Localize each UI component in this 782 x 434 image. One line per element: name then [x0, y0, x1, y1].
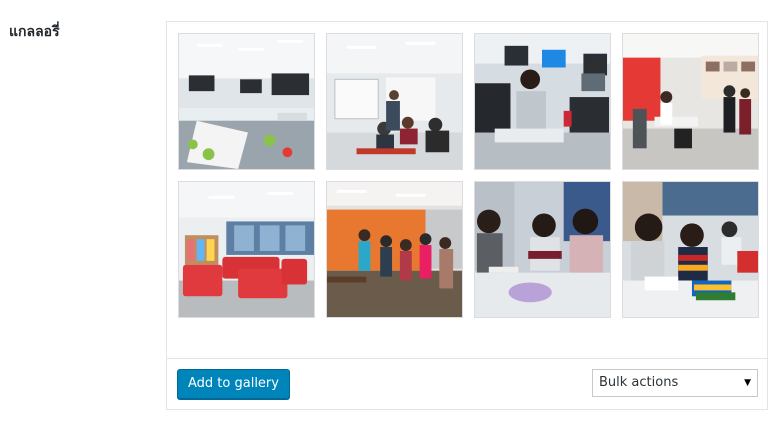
gallery-thumb-empty-classroom[interactable]: [178, 33, 315, 170]
gallery-thumb-students-studying[interactable]: [622, 181, 759, 318]
computer-lab-photo: [475, 34, 610, 169]
sofa-lounge-photo: [179, 182, 314, 317]
orange-wall-group-photo: [327, 182, 462, 317]
lecture-photo: [327, 34, 462, 169]
lounge-kitchen-photo: [623, 34, 758, 169]
students-studying-photo: [623, 182, 758, 317]
gallery-container: Add to gallery Bulk actions ▼: [166, 21, 768, 410]
students-clapping-photo: [475, 182, 610, 317]
gallery-thumb-computer-lab[interactable]: [474, 33, 611, 170]
gallery-thumb-students-clapping[interactable]: [474, 181, 611, 318]
triangle-down-icon: ▼: [744, 378, 751, 388]
gallery-thumb-lecture-room[interactable]: [326, 33, 463, 170]
gallery-thumb-orange-wall-group[interactable]: [326, 181, 463, 318]
gallery-thumb-student-lounge-kitchen[interactable]: [622, 33, 759, 170]
gallery-footer: Add to gallery Bulk actions ▼: [167, 358, 767, 409]
gallery-field-label: แกลลอรี่: [9, 24, 60, 40]
gallery-thumbnails: [178, 33, 760, 318]
bulk-actions-selected-label: Bulk actions: [599, 375, 679, 390]
add-to-gallery-button[interactable]: Add to gallery: [177, 369, 290, 399]
bulk-actions-select[interactable]: Bulk actions ▼: [592, 369, 758, 397]
gallery-thumb-red-sofa-lounge[interactable]: [178, 181, 315, 318]
classroom-photo: [179, 34, 314, 169]
